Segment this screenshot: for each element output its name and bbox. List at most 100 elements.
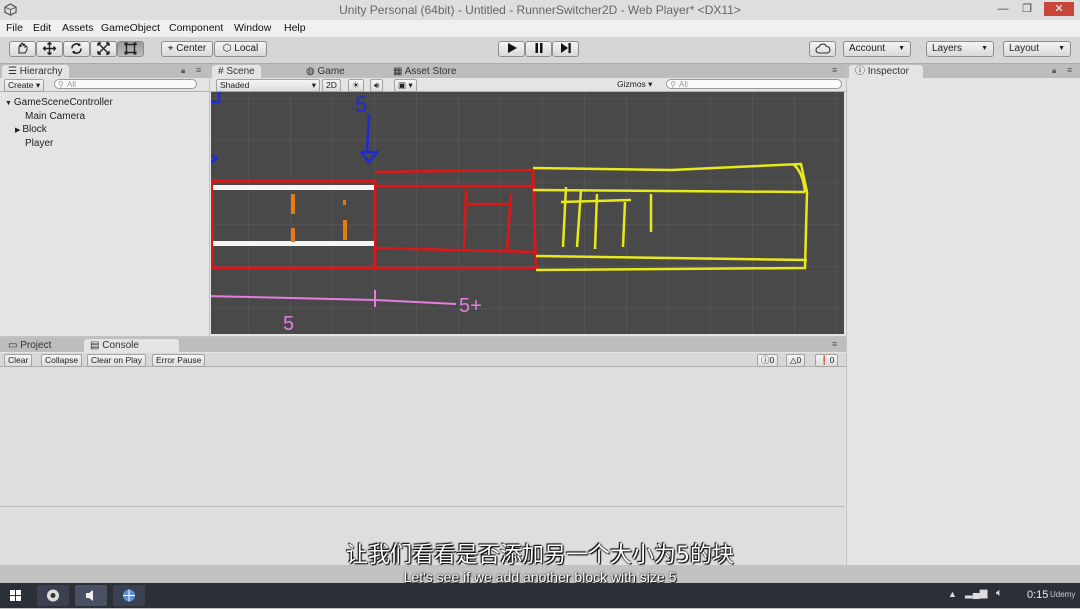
- sun-icon: ☀: [352, 80, 360, 90]
- search-icon: ⚲: [670, 80, 676, 89]
- scene-search-input[interactable]: ⚲ All: [666, 79, 842, 89]
- hand-tool-button[interactable]: [9, 41, 36, 57]
- panel-menu-icon[interactable]: ≡: [832, 65, 837, 75]
- console-toolbar: Clear Collapse Clear on Play Error Pause…: [0, 353, 846, 367]
- menu-edit[interactable]: Edit: [33, 22, 51, 34]
- speaker-icon: 🔊︎: [374, 80, 380, 90]
- menu-assets[interactable]: Assets: [62, 22, 94, 34]
- unity-icon: [47, 589, 59, 602]
- volume-icon[interactable]: 🔈︎: [996, 587, 1003, 600]
- step-icon: [560, 43, 571, 54]
- hierarchy-search-input[interactable]: ⚲ All: [54, 79, 197, 89]
- hierarchy-item-player[interactable]: Player: [25, 138, 53, 149]
- scene-subbar: Shaded ▾ 2D ☀ 🔊︎ ▣ ▾ Gizmos ▾ ⚲ All: [210, 78, 846, 92]
- tab-console[interactable]: ▤ Console: [84, 339, 179, 352]
- cloud-button[interactable]: [809, 41, 836, 57]
- tab-inspector[interactable]: ⓘ Inspector: [849, 65, 923, 78]
- layout-dropdown[interactable]: Layout ▼: [1003, 41, 1071, 57]
- orange-marker: [343, 220, 347, 240]
- pivot-icon: ⌖: [167, 43, 177, 54]
- lock-icon[interactable]: 🔒︎: [181, 66, 185, 76]
- menu-file[interactable]: File: [6, 22, 23, 34]
- expand-arrow-icon: ▼: [5, 100, 14, 107]
- panel-menu-icon[interactable]: ≡: [1067, 65, 1072, 75]
- orange-marker: [343, 200, 346, 205]
- collapse-button[interactable]: Collapse: [41, 354, 83, 367]
- taskbar-app-media[interactable]: [75, 585, 107, 606]
- tab-asset-store[interactable]: ▦ Asset Store: [387, 65, 462, 78]
- play-button[interactable]: [498, 41, 525, 57]
- console-divider: [0, 506, 845, 507]
- scene-effects-dropdown[interactable]: ▣ ▾: [394, 79, 417, 92]
- taskbar-app-browser[interactable]: [113, 585, 145, 606]
- space-local-toggle[interactable]: ⬡ Local: [214, 41, 267, 57]
- move-icon: [42, 41, 57, 56]
- menu-window[interactable]: Window: [234, 22, 271, 34]
- pause-icon: [535, 43, 542, 54]
- clock: 0:15: [1027, 589, 1049, 601]
- store-icon: ▦: [393, 66, 405, 77]
- hierarchy-item-block[interactable]: ▶ Block: [15, 124, 47, 135]
- warning-count: 0: [796, 355, 802, 365]
- gizmos-label: Gizmos: [617, 79, 646, 89]
- play-icon: [507, 43, 517, 54]
- menu-help[interactable]: Help: [284, 22, 306, 34]
- lock-icon[interactable]: 🔒︎: [1052, 66, 1056, 76]
- minimize-button[interactable]: —: [992, 2, 1014, 16]
- udemy-watermark: Udemy: [1050, 590, 1076, 599]
- space-label: Local: [234, 43, 259, 54]
- clear-on-play-button[interactable]: Clear on Play: [87, 354, 147, 367]
- console-log-area[interactable]: [0, 367, 845, 565]
- taskbar-app-unity[interactable]: [37, 585, 69, 606]
- pause-button[interactable]: [525, 41, 552, 57]
- maximize-button[interactable]: ❐: [1016, 2, 1038, 16]
- warning-count-toggle[interactable]: △0: [786, 354, 806, 367]
- tab-game[interactable]: ◍ Game: [300, 65, 351, 78]
- title-bar: Unity Personal (64bit) - Untitled - Runn…: [0, 0, 1080, 21]
- scale-tool-button[interactable]: [90, 41, 117, 57]
- create-label: Create: [8, 80, 34, 90]
- scene-audio-toggle[interactable]: 🔊︎: [370, 79, 384, 92]
- taskbar: ▲ ▂▄▆ 🔈︎ 0:15 Udemy: [0, 583, 1080, 608]
- panel-menu-icon[interactable]: ≡: [832, 339, 837, 349]
- scene-lighting-toggle[interactable]: ☀: [348, 79, 364, 92]
- error-pause-button[interactable]: Error Pause: [152, 354, 206, 367]
- panel-menu-icon[interactable]: ≡: [196, 65, 201, 75]
- gizmos-dropdown[interactable]: Gizmos ▾: [614, 79, 655, 90]
- pivot-center-toggle[interactable]: ⌖ Center: [161, 41, 213, 57]
- account-label: Account: [849, 43, 886, 54]
- rect-tool-button[interactable]: [117, 41, 144, 57]
- error-count-toggle[interactable]: ❗0: [815, 354, 839, 367]
- info-icon: ⓘ: [855, 66, 868, 77]
- info-count: 0: [769, 355, 775, 365]
- account-dropdown[interactable]: Account ▼: [843, 41, 911, 57]
- create-dropdown[interactable]: Create ▾: [4, 79, 45, 92]
- hierarchy-panel: ☰ Hierarchy 🔒︎ ≡ Create ▾ ⚲ All ▼ GameSce…: [0, 64, 209, 336]
- scene-view-canvas[interactable]: 5 5 5+: [211, 92, 844, 334]
- 2d-mode-toggle[interactable]: 2D: [322, 79, 341, 92]
- menu-component[interactable]: Component: [169, 22, 223, 34]
- info-count-toggle[interactable]: ⓘ0: [757, 354, 779, 367]
- layers-dropdown[interactable]: Layers ▼: [926, 41, 994, 57]
- inspector-tabstrip: ⓘ Inspector 🔒︎ ≡: [847, 64, 1080, 78]
- hierarchy-root-item[interactable]: ▼ GameSceneController: [5, 97, 113, 108]
- step-button[interactable]: [552, 41, 579, 57]
- move-tool-button[interactable]: [36, 41, 63, 57]
- game-tab-label: Game: [317, 66, 345, 77]
- network-icon[interactable]: ▂▄▆: [965, 588, 987, 599]
- cloud-icon: [815, 43, 831, 54]
- menu-gameobject[interactable]: GameObject: [101, 22, 160, 34]
- tab-project[interactable]: ▭ Project: [2, 339, 57, 352]
- hierarchy-item-main-camera[interactable]: Main Camera: [25, 111, 85, 122]
- layers-label: Layers: [932, 43, 963, 54]
- close-button[interactable]: ✕: [1044, 2, 1074, 16]
- platform-top-rail: [213, 185, 374, 190]
- tab-scene[interactable]: # Scene: [212, 65, 261, 78]
- shading-mode-dropdown[interactable]: Shaded ▾: [216, 79, 320, 92]
- clear-button[interactable]: Clear: [4, 354, 33, 367]
- start-button[interactable]: [3, 585, 29, 606]
- tray-up-arrow-icon[interactable]: ▲: [948, 589, 957, 599]
- subtitle-chinese: 让我们看看是否添加另一个大小为5的块: [346, 543, 734, 568]
- rotate-tool-button[interactable]: [63, 41, 90, 57]
- tab-hierarchy[interactable]: ☰ Hierarchy: [2, 65, 69, 78]
